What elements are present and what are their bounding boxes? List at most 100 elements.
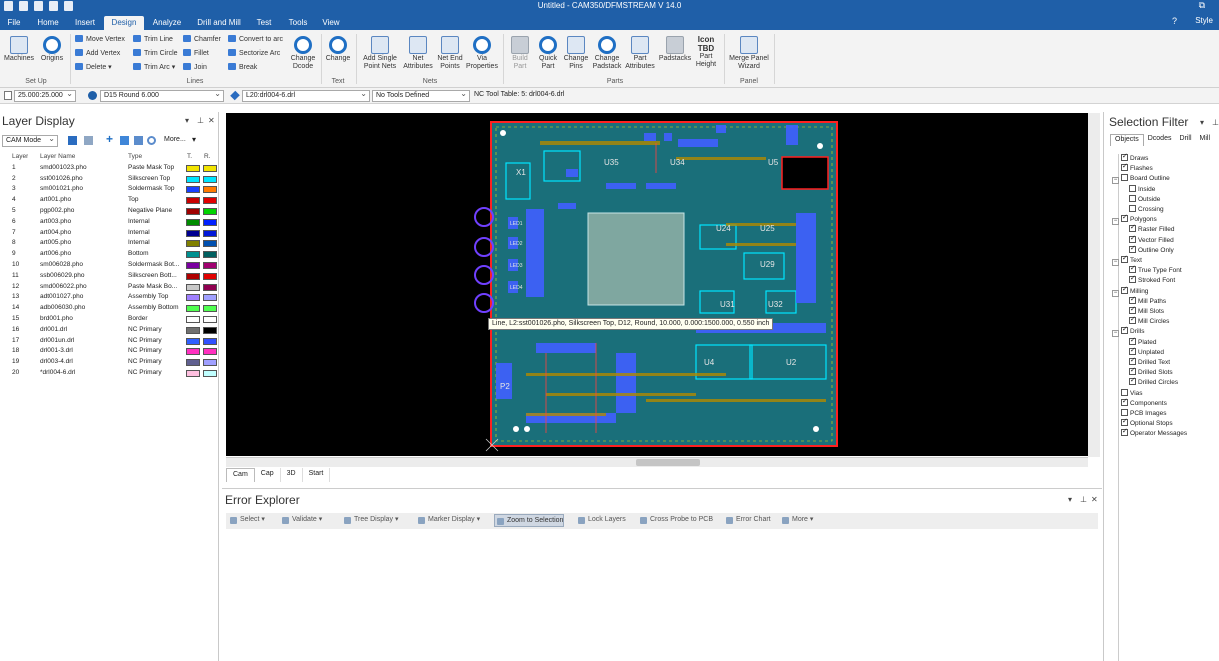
quick-part-button[interactable]: Quick Part xyxy=(535,36,561,71)
tab-drill-and-mill[interactable]: Drill and Mill xyxy=(194,16,244,30)
layer-color-swatch[interactable] xyxy=(186,197,200,205)
change-text-button[interactable]: Change xyxy=(324,36,352,63)
break-button[interactable]: Break xyxy=(228,63,257,72)
layer-row[interactable]: 19 drl003-4.drl NC Primary xyxy=(0,357,219,368)
layer-color-swatch[interactable] xyxy=(186,348,200,356)
copy-icon[interactable] xyxy=(134,136,143,145)
checkbox[interactable] xyxy=(1129,194,1136,202)
tab-home[interactable]: Home xyxy=(34,16,62,30)
panel-menu-icon[interactable]: ▾ xyxy=(185,116,189,125)
checkbox[interactable] xyxy=(1121,325,1128,335)
layer-color-swatch[interactable] xyxy=(203,186,217,194)
layer-row[interactable]: 16 drl001.drl NC Primary xyxy=(0,325,219,336)
layer-color-swatch[interactable] xyxy=(203,369,217,377)
checkbox[interactable] xyxy=(1129,356,1136,365)
layer-row[interactable]: 11 ssb006029.pho Silkscreen Bott... xyxy=(0,271,219,282)
layer-color-swatch[interactable] xyxy=(203,294,217,302)
layer-row[interactable]: 9 art006.pho Bottom xyxy=(0,249,219,260)
pin-icon[interactable]: ⊥ xyxy=(1080,495,1087,504)
filter-item[interactable]: True Type Font xyxy=(1129,264,1182,275)
trim-line-button[interactable]: Trim Line xyxy=(133,35,173,44)
checkbox[interactable] xyxy=(1129,346,1136,355)
layer-color-swatch[interactable] xyxy=(186,337,200,345)
checkbox[interactable] xyxy=(1129,264,1136,274)
more-button[interactable]: More ▾ xyxy=(780,514,813,527)
checkbox[interactable] xyxy=(1121,285,1128,294)
tab-start[interactable]: Start xyxy=(303,468,331,482)
layer-color-swatch[interactable] xyxy=(186,218,200,226)
layer-row[interactable]: 17 drl001un.drl NC Primary xyxy=(0,336,219,347)
add-layer-icon[interactable]: + xyxy=(106,132,113,146)
origins-button[interactable]: Origins xyxy=(38,36,66,63)
dcode-select[interactable]: D15 Round 6.000 xyxy=(100,90,224,102)
vertical-scrollbar[interactable] xyxy=(1088,113,1100,457)
more-dropdown-icon[interactable]: ▾ xyxy=(192,135,196,144)
checkbox[interactable] xyxy=(1129,205,1136,212)
layer-color-swatch[interactable] xyxy=(186,175,200,183)
layer-color-swatch[interactable] xyxy=(186,164,200,172)
validate-button[interactable]: Validate ▾ xyxy=(280,514,322,527)
layer-color-swatch[interactable] xyxy=(203,207,217,215)
part-height-button[interactable]: Icon TBD Part Height xyxy=(692,35,720,69)
layer-color-swatch[interactable] xyxy=(186,272,200,280)
change-padstack-button[interactable]: Change Padstack xyxy=(590,36,624,71)
filter-item[interactable]: Crossing xyxy=(1129,205,1164,214)
checkbox[interactable] xyxy=(1129,234,1136,243)
checkbox[interactable] xyxy=(1129,274,1136,284)
filter-item[interactable]: − Drills xyxy=(1112,325,1144,338)
mode-select[interactable]: CAM Mode xyxy=(2,135,58,147)
layer-row[interactable]: 10 sm006028.pho Soldermask Bot... xyxy=(0,260,219,271)
cross-probe-button[interactable]: Cross Probe to PCB xyxy=(638,514,713,527)
filter-item[interactable]: − Board Outline xyxy=(1112,174,1170,185)
join-button[interactable]: Join xyxy=(183,63,207,72)
layer-color-swatch[interactable] xyxy=(203,283,217,291)
layer-color-swatch[interactable] xyxy=(186,294,200,302)
lock-layers-button[interactable]: Lock Layers xyxy=(576,514,626,527)
net-end-points-button[interactable]: Net End Points xyxy=(435,36,465,71)
style-menu[interactable]: Style xyxy=(1195,16,1213,25)
layer-row[interactable]: 5 pgp002.pho Negative Plane xyxy=(0,206,219,217)
select-button[interactable]: Select ▾ xyxy=(228,514,265,527)
tab-mill[interactable]: Mill xyxy=(1196,134,1215,146)
layer-color-swatch[interactable] xyxy=(203,315,217,323)
layer-row[interactable]: 20 *drl004-6.drl NC Primary xyxy=(0,368,219,379)
panel-menu-icon[interactable]: ▾ xyxy=(1200,118,1204,127)
layer-row[interactable]: 8 art005.pho Internal xyxy=(0,238,219,249)
layer-row[interactable]: 14 adb006030.pho Assembly Bottom xyxy=(0,303,219,314)
save-icon[interactable] xyxy=(68,136,77,145)
pin-icon[interactable]: ⊥ xyxy=(197,116,204,125)
sectorize-arc-button[interactable]: Sectorize Arc xyxy=(228,49,280,58)
layer-color-swatch[interactable] xyxy=(186,305,200,313)
layer-color-swatch[interactable] xyxy=(186,251,200,259)
layer-row[interactable]: 6 art003.pho Internal xyxy=(0,217,219,228)
layer-color-swatch[interactable] xyxy=(203,251,217,259)
layer-color-swatch[interactable] xyxy=(203,348,217,356)
collapse-icon[interactable]: − xyxy=(1112,289,1119,297)
change-dcode-button[interactable]: Change Dcode xyxy=(288,36,318,71)
build-part-button[interactable]: Build Part xyxy=(507,36,533,71)
tab-drill[interactable]: Drill xyxy=(1175,134,1195,146)
layer-color-swatch[interactable] xyxy=(186,283,200,291)
checkbox[interactable] xyxy=(1121,254,1128,263)
layer-color-swatch[interactable] xyxy=(203,197,217,205)
trim-circle-button[interactable]: Trim Circle xyxy=(133,49,178,58)
tab-test[interactable]: Test xyxy=(253,16,275,30)
checkbox[interactable] xyxy=(1121,388,1128,396)
layer-row[interactable]: 7 art004.pho Internal xyxy=(0,228,219,239)
collapse-icon[interactable]: − xyxy=(1112,218,1119,226)
checkbox[interactable] xyxy=(1121,162,1128,172)
layer-color-swatch[interactable] xyxy=(186,359,200,367)
filter-item[interactable]: Inside xyxy=(1129,184,1155,194)
close-icon[interactable]: ✕ xyxy=(208,116,215,125)
checkbox[interactable] xyxy=(1129,244,1136,253)
tab-insert[interactable]: Insert xyxy=(71,16,99,30)
layer-row[interactable]: 13 adt001027.pho Assembly Top xyxy=(0,292,219,303)
scroll-thumb[interactable] xyxy=(636,459,700,466)
layer-color-swatch[interactable] xyxy=(186,326,200,334)
filter-item[interactable]: Components xyxy=(1121,397,1167,408)
tab-file[interactable]: File xyxy=(4,16,24,30)
marker-display-button[interactable]: Marker Display ▾ xyxy=(416,514,480,527)
layer-row[interactable]: 18 drl001-3.drl NC Primary xyxy=(0,346,219,357)
restore-window-icon[interactable]: ⧉ xyxy=(1199,0,1205,11)
net-attributes-button[interactable]: Net Attributes xyxy=(401,36,435,71)
